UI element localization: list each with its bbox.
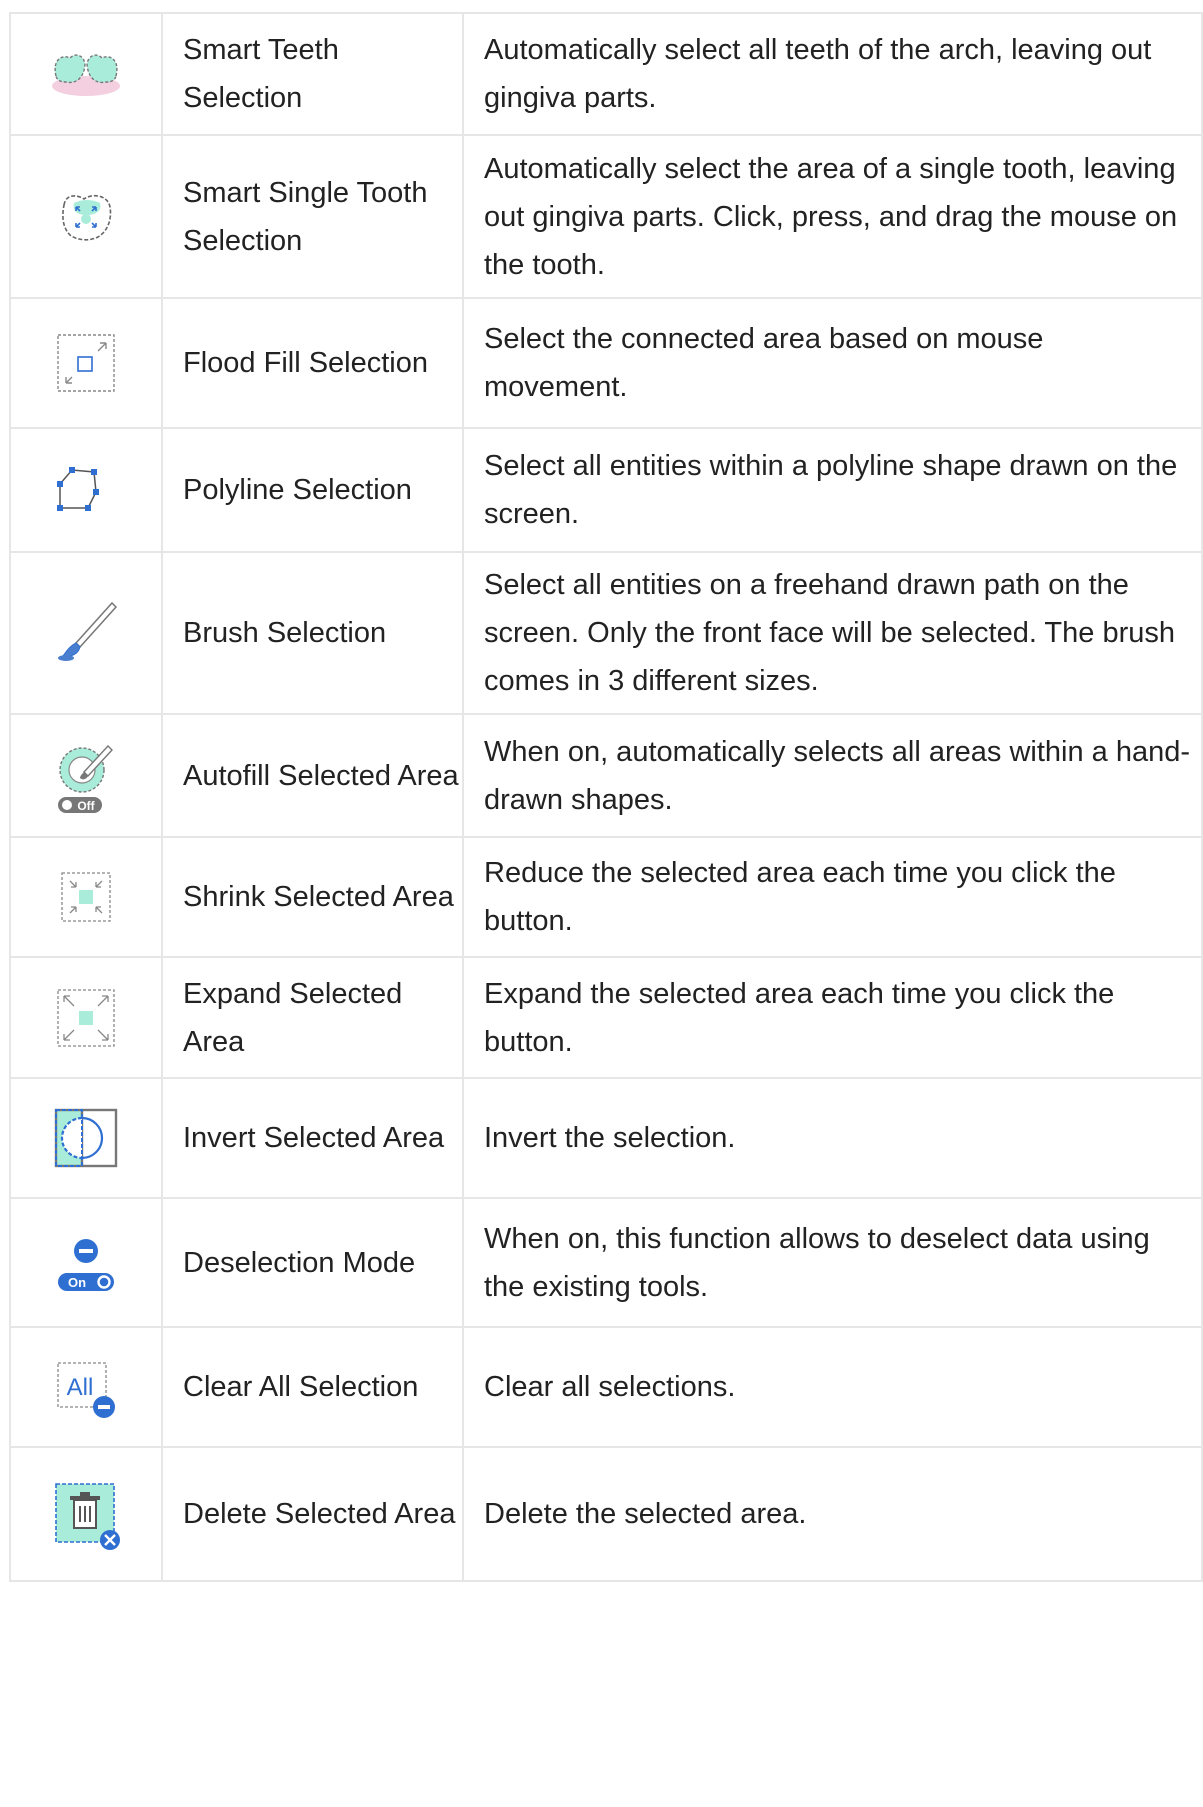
tool-description: Select the connected area based on mouse… <box>462 297 1203 429</box>
brush-selection-icon <box>48 595 124 671</box>
polyline-selection-icon <box>48 452 124 528</box>
table-row: On Deselection Mode When on, this functi… <box>9 1197 1203 1328</box>
autofill-selected-area-icon: Off <box>48 738 124 814</box>
tool-name: Brush Selection <box>161 551 464 715</box>
table-row: Smart Teeth Selection Automatically sele… <box>9 12 1203 136</box>
delete-selected-area-icon <box>48 1476 124 1552</box>
tool-description: Clear all selections. <box>462 1326 1203 1448</box>
tool-name: Polyline Selection <box>161 427 464 553</box>
tool-description: Reduce the selected area each time you c… <box>462 836 1203 958</box>
table-row: Smart Single Tooth Selection Automatical… <box>9 134 1203 299</box>
tool-description: When on, automatically selects all areas… <box>462 713 1203 838</box>
invert-selected-area-icon <box>48 1100 124 1176</box>
tool-name: Autofill Selected Area <box>161 713 464 838</box>
tool-name: Expand Selected Area <box>161 956 464 1079</box>
tool-name: Clear All Selection <box>161 1326 464 1448</box>
table-row: All Clear All Selection Clear all select… <box>9 1326 1203 1448</box>
table-row: Flood Fill Selection Select the connecte… <box>9 297 1203 429</box>
table-row: Polyline Selection Select all entities w… <box>9 427 1203 553</box>
smart-single-tooth-selection-icon <box>48 179 124 255</box>
tool-description: Expand the selected area each time you c… <box>462 956 1203 1079</box>
tool-description: Select all entities on a freehand drawn … <box>462 551 1203 715</box>
tool-name: Flood Fill Selection <box>161 297 464 429</box>
table-row: Delete Selected Area Delete the selected… <box>9 1446 1203 1582</box>
tool-description: Delete the selected area. <box>462 1446 1203 1582</box>
tool-name: Delete Selected Area <box>161 1446 464 1582</box>
clear-all-selection-icon: All <box>48 1349 124 1425</box>
shrink-selected-area-icon <box>48 859 124 935</box>
table-row: Shrink Selected Area Reduce the selected… <box>9 836 1203 958</box>
table-row: Expand Selected Area Expand the selected… <box>9 956 1203 1079</box>
tool-description: Select all entities within a polyline sh… <box>462 427 1203 553</box>
tool-name: Deselection Mode <box>161 1197 464 1328</box>
tool-description: Automatically select all teeth of the ar… <box>462 12 1203 136</box>
smart-teeth-selection-icon <box>48 36 124 112</box>
deselection-mode-icon: On <box>48 1225 124 1301</box>
deselection-toggle-label: On <box>68 1275 86 1290</box>
tool-name: Shrink Selected Area <box>161 836 464 958</box>
expand-selected-area-icon <box>48 980 124 1056</box>
tool-description: Invert the selection. <box>462 1077 1203 1199</box>
tool-description: Automatically select the area of a singl… <box>462 134 1203 299</box>
selection-tools-table: Smart Teeth Selection Automatically sele… <box>9 12 1203 1582</box>
table-row: Invert Selected Area Invert the selectio… <box>9 1077 1203 1199</box>
autofill-toggle-label: Off <box>77 799 95 813</box>
flood-fill-selection-icon <box>48 325 124 401</box>
tool-description: When on, this function allows to deselec… <box>462 1197 1203 1328</box>
tool-name: Smart Teeth Selection <box>161 12 464 136</box>
table-row: Off Autofill Selected Area When on, auto… <box>9 713 1203 838</box>
clear-all-icon-text: All <box>67 1374 94 1401</box>
tool-name: Smart Single Tooth Selection <box>161 134 464 299</box>
tool-name: Invert Selected Area <box>161 1077 464 1199</box>
table-row: Brush Selection Select all entities on a… <box>9 551 1203 715</box>
